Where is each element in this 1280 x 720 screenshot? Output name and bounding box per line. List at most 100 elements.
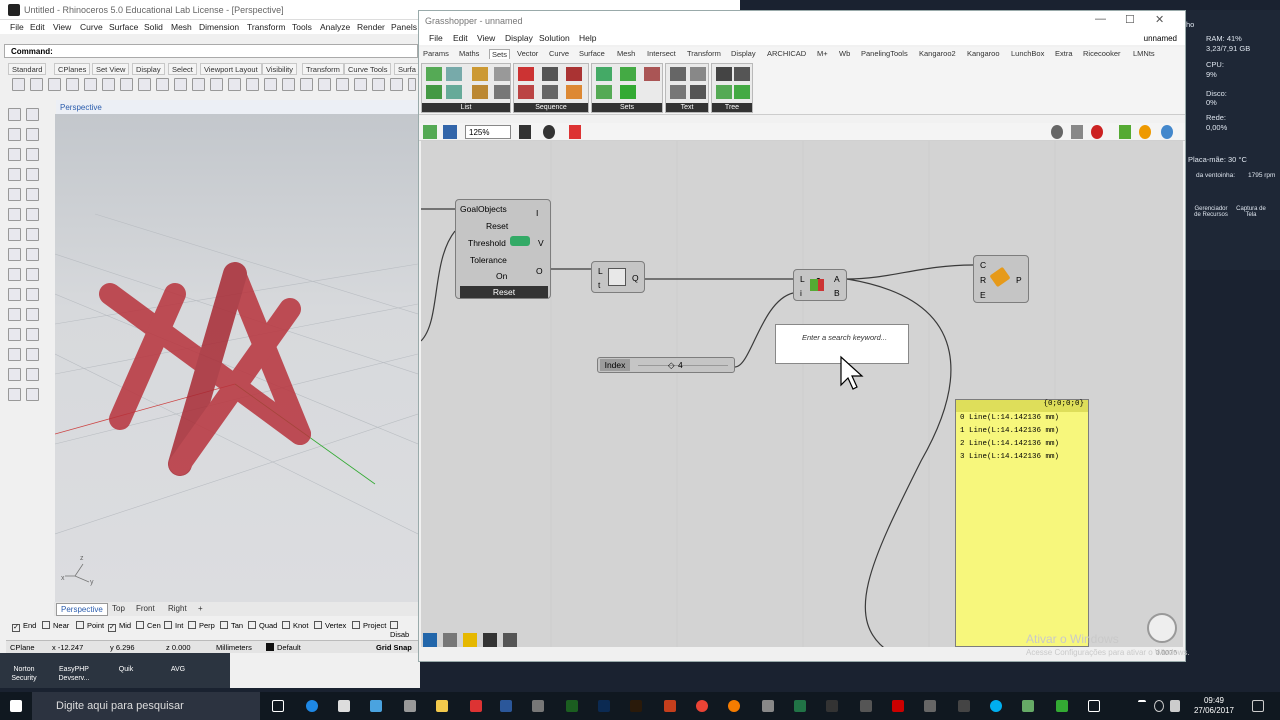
rhino-menu-surface[interactable]: Surface — [109, 22, 138, 32]
rhino-menu-mesh[interactable]: Mesh — [171, 22, 192, 32]
gh-tab-lmnts[interactable]: LMNts — [1133, 49, 1155, 58]
osnap-near[interactable]: Near — [42, 621, 69, 630]
gh-tab-vector[interactable]: Vector — [517, 49, 538, 58]
osnap-vertex[interactable]: Vertex — [314, 621, 346, 630]
wire-preview-icon[interactable] — [1051, 125, 1063, 139]
navigation-widget[interactable] — [1147, 613, 1177, 643]
reverse-list-icon[interactable] — [472, 67, 488, 81]
boolean-icon[interactable] — [26, 248, 39, 261]
material-preview-icon[interactable] — [1139, 125, 1151, 139]
kangaroo-status-icon[interactable] — [443, 633, 457, 647]
zoom-selected-icon[interactable] — [264, 78, 277, 91]
gh-menu-file[interactable]: File — [429, 33, 443, 43]
split-icon[interactable] — [8, 288, 21, 301]
cplane-icon[interactable] — [318, 78, 331, 91]
minimize-icon[interactable]: — — [1095, 13, 1106, 25]
tab-cplanes[interactable]: CPlanes — [54, 63, 91, 75]
slider-handle[interactable]: ◇ — [668, 360, 675, 371]
new-file-icon[interactable] — [12, 78, 25, 91]
chrome-icon[interactable] — [696, 700, 708, 712]
gh-tab-kangaroo2[interactable]: Kangaroo2 — [919, 49, 956, 58]
polyline-icon[interactable] — [8, 128, 21, 141]
notifications-icon[interactable] — [1252, 700, 1264, 712]
desktop-icon-easyphp[interactable]: EasyPHP Devserv... — [52, 665, 96, 683]
layer-icon[interactable] — [8, 348, 21, 361]
grasshopper-icon[interactable] — [1022, 700, 1034, 712]
gh-tab-curve[interactable]: Curve — [549, 49, 569, 58]
gh-tab-panelingtools[interactable]: PanelingTools — [861, 49, 908, 58]
vp-tab-top[interactable]: Top — [108, 603, 129, 614]
rhino-menu-transform[interactable]: Transform — [247, 22, 285, 32]
perspective-viewport[interactable]: z x y — [55, 114, 418, 602]
yellow-tool-icon[interactable] — [463, 633, 477, 647]
resource-manager-link[interactable]: Gerenciador de Recursos — [1194, 206, 1228, 218]
flatten-icon[interactable] — [716, 67, 732, 81]
set-union-icon[interactable] — [596, 67, 612, 81]
paste-icon[interactable] — [138, 78, 151, 91]
dreamweaver-icon[interactable] — [566, 700, 578, 712]
app-icon[interactable] — [470, 700, 482, 712]
lights-icon[interactable] — [390, 78, 403, 91]
grid-icon[interactable] — [26, 348, 39, 361]
status-grid-snap[interactable]: Grid Snap — [376, 643, 412, 652]
gh-tab-maths[interactable]: Maths — [459, 49, 479, 58]
output-panel[interactable]: {0;0;0;0} 0 Line(L:14.142136 mm) 1 Line(… — [955, 399, 1089, 647]
trim-icon[interactable] — [26, 268, 39, 281]
rhino-menu-tools[interactable]: Tools — [292, 22, 312, 32]
tab-transform[interactable]: Transform — [302, 63, 344, 75]
range-icon[interactable] — [542, 85, 558, 99]
simplify-icon[interactable] — [716, 85, 732, 99]
volume-icon[interactable] — [1170, 700, 1180, 712]
add-viewport-icon[interactable]: + — [194, 603, 207, 614]
maximize-icon[interactable]: ☐ — [1125, 13, 1135, 26]
text-split-icon[interactable] — [670, 85, 686, 99]
rhino-menu-solid[interactable]: Solid — [144, 22, 163, 32]
gh-tab-transform[interactable]: Transform — [687, 49, 721, 58]
join-icon[interactable] — [26, 288, 39, 301]
screen-capture-link[interactable]: Captura de Tela — [1234, 206, 1268, 218]
gh-tab-display[interactable]: Display — [731, 49, 756, 58]
cut-icon[interactable] — [102, 78, 115, 91]
zoom-extents-icon[interactable] — [246, 78, 259, 91]
gh-logo-icon[interactable] — [423, 633, 437, 647]
set-difference-icon[interactable] — [620, 67, 636, 81]
split-list-icon[interactable] — [446, 85, 462, 99]
box-icon[interactable] — [8, 228, 21, 241]
task-view-icon[interactable] — [272, 700, 284, 712]
render-icon[interactable] — [372, 78, 385, 91]
gh-menu-help[interactable]: Help — [579, 33, 596, 43]
word-icon[interactable] — [500, 700, 512, 712]
rhino-menu-panels[interactable]: Panels — [391, 22, 417, 32]
osnap-project[interactable]: Project — [352, 621, 386, 630]
car-render-icon[interactable] — [336, 78, 349, 91]
circle-icon[interactable] — [8, 148, 21, 161]
fillet-icon[interactable] — [26, 188, 39, 201]
sketch-icon[interactable] — [569, 125, 581, 139]
start-icon[interactable] — [10, 700, 22, 712]
transform-icon[interactable] — [8, 388, 21, 401]
gh-canvas[interactable]: GoalObjects Reset Threshold Tolerance On… — [421, 141, 1183, 653]
sort-list-icon[interactable] — [426, 85, 442, 99]
tab-set-view[interactable]: Set View — [92, 63, 130, 75]
select-arrow-icon[interactable] — [8, 108, 21, 121]
store-icon[interactable] — [338, 700, 350, 712]
tab-display[interactable]: Display — [132, 63, 165, 75]
text-fragment-icon[interactable] — [690, 85, 706, 99]
gh-tab-intersect[interactable]: Intersect — [647, 49, 676, 58]
app-icon[interactable] — [1056, 700, 1068, 712]
dispatch-icon[interactable] — [542, 67, 558, 81]
close-icon[interactable]: ✕ — [1155, 13, 1164, 26]
tab-standard[interactable]: Standard — [8, 63, 47, 75]
loft-icon[interactable] — [26, 208, 39, 221]
save-icon[interactable] — [443, 125, 457, 139]
rhino-menu-render[interactable]: Render — [357, 22, 385, 32]
copy-icon[interactable] — [120, 78, 133, 91]
gh-tab-ricecooker[interactable]: Ricecooker — [1083, 49, 1121, 58]
gh-tab-params[interactable]: Params — [423, 49, 449, 58]
desktop-icon-quik[interactable]: Quik — [104, 665, 148, 674]
arc-icon[interactable] — [26, 148, 39, 161]
osnap-mid[interactable]: ✓ Mid — [108, 621, 131, 632]
edge-icon[interactable] — [306, 700, 318, 712]
shaded-preview-icon[interactable] — [1091, 125, 1103, 139]
gh-menu-display[interactable]: Display — [505, 33, 533, 43]
